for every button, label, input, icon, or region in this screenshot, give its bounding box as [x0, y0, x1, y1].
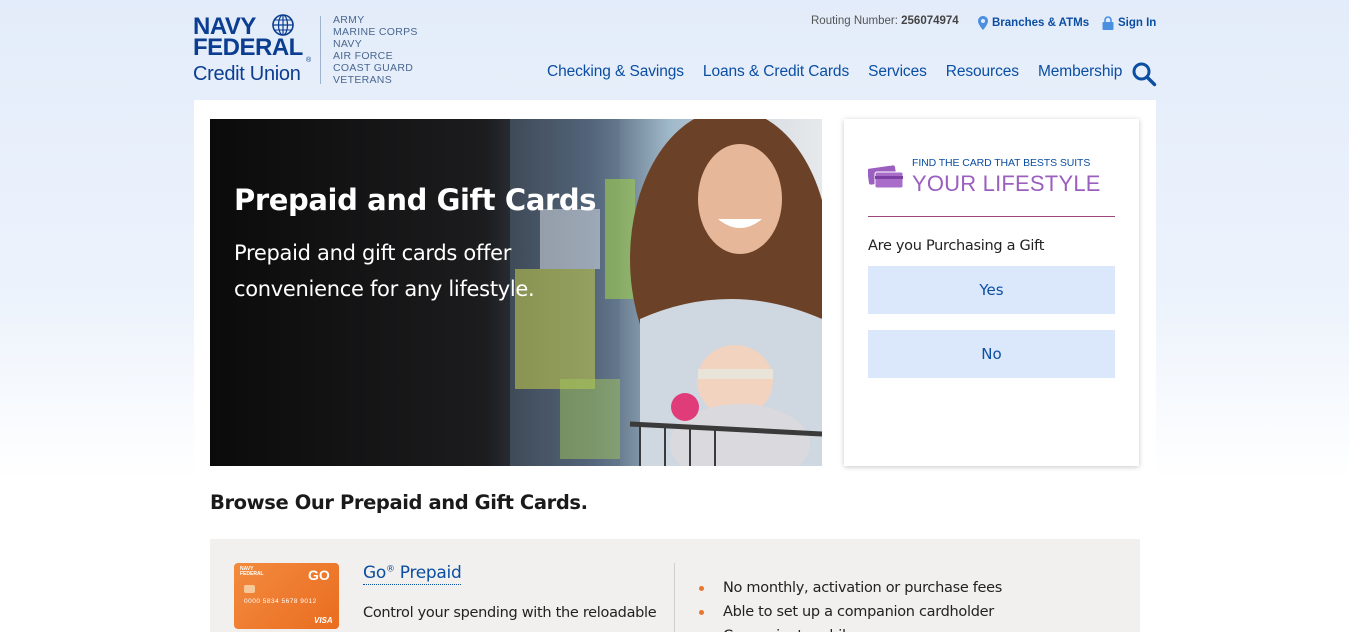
finder-eyebrow: FIND THE CARD THAT BESTS SUITS	[912, 157, 1091, 169]
card-chip	[244, 585, 255, 593]
product-name-go: Go	[363, 563, 386, 583]
hero-title: Prepaid and Gift Cards	[234, 183, 597, 217]
logo-federal-text: FEDERAL	[193, 34, 303, 61]
logo-divider	[320, 16, 321, 84]
card-number: 0000 5834 5678 9012	[244, 598, 317, 605]
product-name-link[interactable]: Go® Prepaid	[363, 563, 462, 585]
product-features-list: No monthly, activation or purchase fees …	[699, 576, 1002, 632]
card-go-mark: GO	[308, 567, 330, 583]
routing-label: Routing Number:	[811, 15, 898, 27]
product-name-reg: ®	[385, 564, 395, 575]
navy-federal-logo[interactable]: NAVY FEDERAL Credit Union ® ARMY MARINE …	[193, 13, 423, 88]
card-brand: NAVY FEDERAL	[240, 567, 264, 577]
branch-air-force: AIR FORCE	[333, 50, 393, 62]
branch-coast-guard: COAST GUARD	[333, 62, 414, 74]
hero-subtitle: Prepaid and gift cards offer convenience…	[234, 241, 535, 301]
location-pin-icon	[978, 16, 988, 30]
branch-army: ARMY	[333, 14, 365, 26]
finder-divider	[868, 216, 1115, 217]
product-go-prepaid: NAVY FEDERAL GO 0000 5834 5678 9012 VISA…	[210, 539, 1140, 632]
product-description: Control your spending with the reloadabl…	[363, 605, 657, 621]
logo-branches-list: ARMY MARINE CORPS NAVY AIR FORCE COAST G…	[333, 14, 418, 86]
hero-banner: Prepaid and Gift Cards Prepaid and gift …	[210, 119, 822, 466]
branches-atms-link[interactable]: Branches & ATMs	[978, 15, 1089, 31]
logo-registered-mark: ®	[306, 57, 312, 64]
nav-loans-credit-cards[interactable]: Loans & Credit Cards	[703, 63, 849, 81]
globe-icon	[272, 14, 294, 36]
card-brand-line2: FEDERAL	[240, 571, 264, 577]
branch-veterans: VETERANS	[333, 74, 392, 86]
search-icon[interactable]	[1131, 61, 1157, 87]
nav-membership[interactable]: Membership	[1038, 63, 1122, 81]
product-name-rest: Prepaid	[394, 563, 462, 583]
branches-atms-label: Branches & ATMs	[992, 17, 1090, 29]
branch-marine-corps: MARINE CORPS	[333, 26, 418, 38]
finder-question: Are you Purchasing a Gift	[868, 238, 1045, 254]
nav-checking-savings[interactable]: Checking & Savings	[547, 63, 684, 81]
main-navigation: Checking & Savings Loans & Credit Cards …	[547, 63, 1141, 81]
visa-logo: VISA	[314, 616, 333, 625]
feature-item: Convenient mobile app	[699, 624, 1002, 632]
lock-icon	[1102, 16, 1114, 30]
routing-number: Routing Number: 256074974	[811, 15, 959, 31]
browse-heading: Browse Our Prepaid and Gift Cards.	[210, 491, 588, 514]
nav-resources[interactable]: Resources	[946, 63, 1019, 81]
sign-in-label: Sign In	[1118, 17, 1157, 29]
feature-item: Able to set up a companion cardholder	[699, 600, 1002, 624]
feature-item: No monthly, activation or purchase fees	[699, 576, 1002, 600]
routing-value: 256074974	[901, 15, 959, 27]
card-finder-widget: FIND THE CARD THAT BESTS SUITS YOUR LIFE…	[844, 119, 1139, 466]
branch-navy: NAVY	[333, 38, 363, 50]
nav-services[interactable]: Services	[868, 63, 927, 81]
go-prepaid-card-image[interactable]: NAVY FEDERAL GO 0000 5834 5678 9012 VISA	[234, 563, 339, 629]
answer-yes-button[interactable]: Yes	[868, 266, 1115, 314]
logo-credit-union-text: Credit Union	[193, 63, 301, 85]
cards-icon	[868, 165, 904, 189]
sign-in-link[interactable]: Sign In	[1102, 15, 1156, 31]
answer-no-button[interactable]: No	[868, 330, 1115, 378]
finder-heading: YOUR LIFESTYLE	[912, 171, 1101, 196]
product-divider	[674, 563, 675, 632]
